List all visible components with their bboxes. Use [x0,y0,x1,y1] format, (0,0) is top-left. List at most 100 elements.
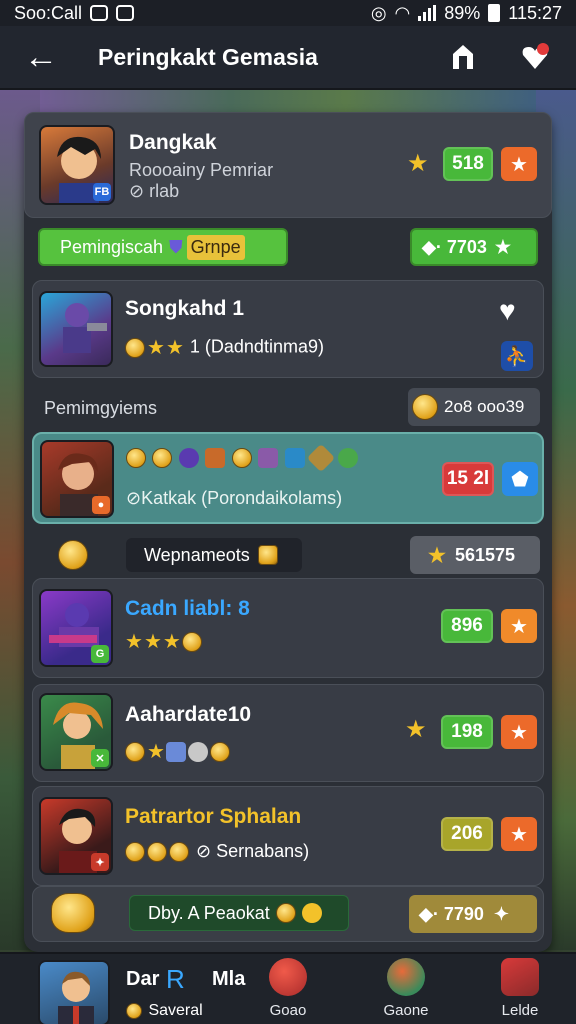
player-rewards: ★ [125,739,232,764]
ranking-group-banner[interactable]: Pemingiscah ⛊ Grnpe [38,228,288,266]
wifi-icon: ◠ [394,2,411,23]
battery-text: 89% [444,2,481,23]
star-icon: ★ [147,337,165,359]
ranking-points-badge: ◆ · 7703 ★ [410,228,538,266]
score-badge: 198 [441,715,493,749]
leaderboard-card-songkahd[interactable]: Songkahd 1 ★★ 1 (Dadndtinma9) ♥ ⛹ [32,280,544,378]
sword-icon [269,958,307,996]
nav-profile-suffix: Mla [212,968,246,990]
star-icon: ★ [407,150,429,177]
favorite-star-button[interactable]: ★ [501,609,537,643]
section-coins-value: 2o8 ooo39 [444,397,525,416]
player-avatar: FB [39,125,115,205]
coin-icon [412,394,438,420]
carrier-text: Soo:Call [14,2,83,23]
user-avatar[interactable] [38,960,110,1024]
player-subtitle: Roooainy Pemriar [129,160,274,180]
globe-icon [387,958,425,996]
player-name: Cadn liabl: 8 [125,597,250,620]
player-name: Patrartor Sphalan [125,805,302,828]
coin-icon [169,842,189,863]
tag-icon: ◆ [419,903,433,924]
star-icon: ★ [405,716,427,743]
leaderboard-card-highlighted[interactable]: ● ⊘Katkak (Porondaikolams) 15 2l ⬟ [32,432,544,524]
star-icon: ★ [428,544,446,567]
daily-label: Dby. A Peaokat [148,902,270,923]
player-name: Aahardate10 [125,703,252,726]
flag-icon [501,958,539,996]
message-icon [90,5,109,21]
star-icon: ★ [494,236,512,257]
favorite-star-button[interactable]: ★ [501,147,537,181]
app-header: ← Peringkakt Gemasia [0,26,576,90]
group-tag: Grnpe [186,234,245,260]
leaderboard-card-cadn[interactable]: G Cadn liabl: 8 ★★★ 896 ★ [32,578,544,678]
section-coins-badge: 2o8 ooo39 [408,388,540,426]
silver-coin-icon [187,741,208,762]
coin-icon [275,903,296,923]
score-badge: 15 2l [442,462,494,496]
daily-banner[interactable]: Dby. A Peaokat [129,895,349,931]
bottom-navigation: Dar R Mla Saveral Goao Gaone Lelde [0,952,576,1024]
favorite-star-button[interactable]: ★ [501,715,537,749]
star-icon: ★ [143,631,162,653]
nav-item-lelde[interactable]: Lelde [480,958,560,1024]
trophy-button[interactable] [440,34,486,80]
coin-icon [125,741,145,762]
platform-badge-icon: G [91,645,109,663]
leaderboard-card-patrartor[interactable]: ✦ Patrartor Sphalan ⊘ Sernabans) 206 ★ [32,786,544,886]
star-icon: ★ [162,631,181,653]
gold-medal-icon [58,540,88,570]
profile-icon[interactable]: ⛹ [501,341,533,371]
heart-icon[interactable]: ♥ [499,295,516,327]
gold-gem-icon [257,545,278,565]
achievement-icons [126,443,360,473]
player-meta: ⊘ rlab [129,181,180,201]
shield-button[interactable]: ⬟ [502,462,538,496]
nav-item-goao[interactable]: Goao [248,958,328,1024]
signal-icon [418,5,437,21]
token-icon [301,903,322,923]
tournament-points-badge: ★ 561575 [410,536,540,574]
clover-icon [337,448,358,468]
daily-reward-row[interactable]: Dby. A Peaokat ◆ · 7790 ✦ [32,886,544,942]
page-title: Peringkakt Gemasia [98,43,318,70]
tournament-banner[interactable]: Wepnameots [126,538,302,572]
coin-icon [231,448,252,468]
player-avatar: ✦ [39,797,113,875]
notification-button[interactable] [512,34,558,80]
ranking-group-label: Pemingiscah [60,236,164,257]
crystal-icon [284,448,305,468]
nav-label: Gaone [383,1002,429,1019]
diamond-icon [307,443,336,473]
player-name: Dangkak [129,131,217,154]
score-badge: 896 [441,609,493,643]
back-arrow-icon[interactable]: ← [18,34,64,80]
sparkle-icon: ✦ [493,903,509,924]
nav-label: Goao [269,1002,307,1019]
score-badge: 206 [441,817,493,851]
star-icon: ★ [165,337,184,359]
image-icon [116,5,135,21]
nav-profile-sublabel-text: Saveral [148,1002,203,1019]
shield-icon: ⛊ [169,236,183,257]
fire-badge-icon: ● [92,496,110,514]
leaderboard-card-player[interactable]: FB Dangkak Roooainy Pemriar ⊘ rlab ★ 518… [24,112,552,218]
coin-icon [126,448,146,468]
leaderboard-card-aahardate[interactable]: ✕ Aahardate10 ★ ★ 198 ★ [32,684,544,782]
alarm-icon: ◎ [370,2,387,23]
tag-icon: ◆ [422,236,436,257]
gold-ring-icon [51,893,95,933]
refresh-icon[interactable]: R [166,964,185,995]
ranking-points-value: · 7703 [435,236,487,257]
platform-badge-icon: ✦ [91,853,109,871]
favorite-star-button[interactable]: ★ [501,817,537,851]
coin-icon [209,741,230,762]
nav-item-gaone[interactable]: Gaone [366,958,446,1024]
player-rewards: ⊘ Sernabans) [125,841,309,863]
coin-icon [126,1002,142,1019]
gem-icon [178,448,199,468]
player-name: Songkahd 1 [125,297,245,320]
coin-icon [125,842,145,863]
coin-icon [147,842,167,863]
